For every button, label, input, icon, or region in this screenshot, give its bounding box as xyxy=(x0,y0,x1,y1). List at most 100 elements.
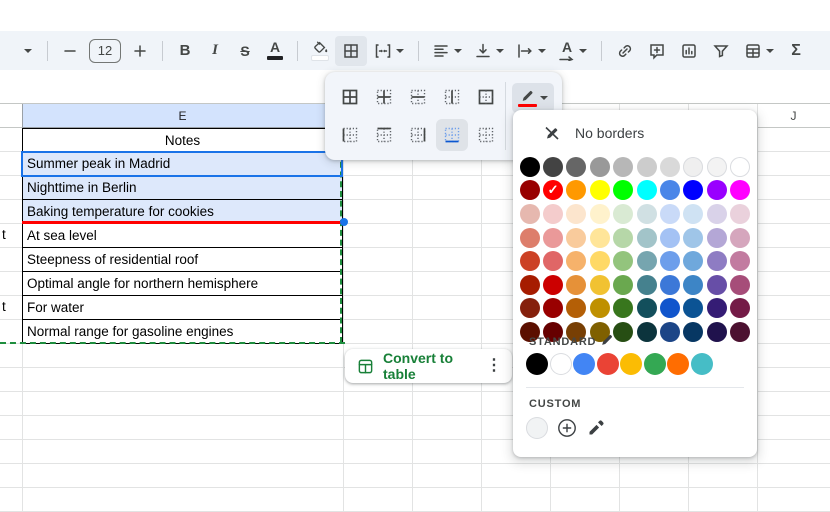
convert-to-table-button[interactable]: Convert to table ⋮ xyxy=(345,349,512,383)
color-swatch-9900ff[interactable] xyxy=(707,180,727,200)
color-swatch-e69138[interactable] xyxy=(566,275,586,295)
color-swatch-ff0000[interactable]: ✓ xyxy=(543,180,563,200)
color-swatch-6fa8dc[interactable] xyxy=(683,251,703,271)
color-swatch-b6d7a8[interactable] xyxy=(613,228,633,248)
horizontal-align-button[interactable] xyxy=(426,36,468,66)
color-swatch-674ea7[interactable] xyxy=(707,275,727,295)
cell-notes-header[interactable]: Notes xyxy=(23,128,342,152)
color-swatch-4c1130[interactable] xyxy=(730,322,750,342)
borders-button[interactable] xyxy=(335,36,367,66)
color-swatch-0c343d[interactable] xyxy=(637,322,657,342)
color-swatch-741b47[interactable] xyxy=(730,298,750,318)
cell-row[interactable]: Normal range for gasoline engines xyxy=(23,320,342,344)
insert-comment-button[interactable] xyxy=(641,36,673,66)
text-color-button[interactable]: A xyxy=(260,36,290,66)
color-swatch-f1c232[interactable] xyxy=(590,275,610,295)
border-type-all[interactable] xyxy=(334,81,366,113)
color-swatch-00ff00[interactable] xyxy=(613,180,633,200)
more-options-icon[interactable]: ⋮ xyxy=(486,359,502,373)
font-size-input[interactable]: 12 xyxy=(85,36,125,66)
color-swatch-bf9000[interactable] xyxy=(590,298,610,318)
color-swatch-f3f3f3[interactable] xyxy=(707,157,727,177)
color-swatch-3d85c6[interactable] xyxy=(683,275,703,295)
add-custom-color-icon[interactable] xyxy=(556,417,578,439)
color-swatch-d9ead3[interactable] xyxy=(613,204,633,224)
color-swatch-ffffff[interactable] xyxy=(550,353,572,375)
color-swatch-ff6d01[interactable] xyxy=(667,353,689,375)
color-swatch-c9daf8[interactable] xyxy=(660,204,680,224)
color-swatch-000000[interactable] xyxy=(526,353,548,375)
color-swatch-a4c2f4[interactable] xyxy=(660,228,680,248)
color-swatch-a64d79[interactable] xyxy=(730,275,750,295)
bold-button[interactable]: B xyxy=(170,36,200,66)
color-swatch-d0e0e3[interactable] xyxy=(637,204,657,224)
color-swatch-134f5c[interactable] xyxy=(637,298,657,318)
color-swatch-073763[interactable] xyxy=(683,322,703,342)
color-swatch-cc4125[interactable] xyxy=(520,251,540,271)
text-wrap-button[interactable] xyxy=(510,36,552,66)
functions-button[interactable]: Σ xyxy=(781,36,811,66)
color-swatch-0000ff[interactable] xyxy=(683,180,703,200)
color-swatch-b7b7b7[interactable] xyxy=(613,157,633,177)
color-swatch-990000[interactable] xyxy=(543,298,563,318)
color-swatch-38761d[interactable] xyxy=(613,298,633,318)
cell-row[interactable]: Optimal angle for northern hemisphere xyxy=(23,272,342,296)
color-swatch-cccccc[interactable] xyxy=(637,157,657,177)
color-swatch-ea4335[interactable] xyxy=(597,353,619,375)
create-filter-button[interactable] xyxy=(705,36,737,66)
border-type-inner[interactable] xyxy=(368,81,400,113)
color-swatch-d9d9d9[interactable] xyxy=(660,157,680,177)
color-swatch-ead1dc[interactable] xyxy=(730,204,750,224)
color-swatch-76a5af[interactable] xyxy=(637,251,657,271)
color-swatch-46bdc6[interactable] xyxy=(691,353,713,375)
color-swatch-93c47d[interactable] xyxy=(613,251,633,271)
fill-color-button[interactable] xyxy=(305,36,335,66)
color-swatch-000000[interactable] xyxy=(520,157,540,177)
color-swatch-ffd966[interactable] xyxy=(590,251,610,271)
vertical-align-button[interactable] xyxy=(468,36,510,66)
color-swatch-0b5394[interactable] xyxy=(683,298,703,318)
fill-handle[interactable] xyxy=(340,218,348,226)
color-swatch-e06666[interactable] xyxy=(543,251,563,271)
color-swatch-ffff00[interactable] xyxy=(590,180,610,200)
cell-row[interactable]: Nighttime in Berlin xyxy=(23,176,342,200)
color-swatch-cc0000[interactable] xyxy=(543,275,563,295)
table-view-button[interactable] xyxy=(737,36,781,66)
color-swatch-c27ba0[interactable] xyxy=(730,251,750,271)
color-swatch-ff00ff[interactable] xyxy=(730,180,750,200)
column-header-E[interactable]: E xyxy=(22,104,343,128)
color-swatch-8e7cc3[interactable] xyxy=(707,251,727,271)
column-header-J[interactable]: J xyxy=(757,104,830,128)
color-swatch-ff9900[interactable] xyxy=(566,180,586,200)
color-swatch-ea9999[interactable] xyxy=(543,228,563,248)
color-swatch-fbbc04[interactable] xyxy=(620,353,642,375)
color-swatch-6aa84f[interactable] xyxy=(613,275,633,295)
color-swatch-d5a6bd[interactable] xyxy=(730,228,750,248)
italic-button[interactable]: I xyxy=(200,36,230,66)
merge-cells-button[interactable] xyxy=(367,36,411,66)
color-swatch-980000[interactable] xyxy=(520,180,540,200)
border-type-bottom-selected[interactable] xyxy=(436,119,468,151)
insert-chart-button[interactable] xyxy=(673,36,705,66)
cell-row[interactable]: Steepness of residential roof xyxy=(23,248,342,272)
color-swatch-1155cc[interactable] xyxy=(660,298,680,318)
border-type-outer[interactable] xyxy=(470,81,502,113)
color-swatch-f9cb9c[interactable] xyxy=(566,228,586,248)
color-swatch-9fc5e8[interactable] xyxy=(683,228,703,248)
toolbar-overflow-caret[interactable] xyxy=(16,36,40,66)
color-swatch-999999[interactable] xyxy=(590,157,610,177)
color-swatch-00ffff[interactable] xyxy=(637,180,657,200)
color-swatch-fff2cc[interactable] xyxy=(590,204,610,224)
color-swatch-f4cccc[interactable] xyxy=(543,204,563,224)
text-rotation-button[interactable]: A xyxy=(552,36,594,66)
border-type-left[interactable] xyxy=(334,119,366,151)
color-swatch-4a86e8[interactable] xyxy=(660,180,680,200)
color-swatch-274e13[interactable] xyxy=(613,322,633,342)
color-swatch-45818e[interactable] xyxy=(637,275,657,295)
border-type-horizontal[interactable] xyxy=(402,81,434,113)
color-swatch-34a853[interactable] xyxy=(644,353,666,375)
border-type-clear[interactable] xyxy=(470,119,502,151)
increase-font-size-button[interactable] xyxy=(125,36,155,66)
custom-color-swatch[interactable] xyxy=(526,417,548,439)
insert-link-button[interactable] xyxy=(609,36,641,66)
